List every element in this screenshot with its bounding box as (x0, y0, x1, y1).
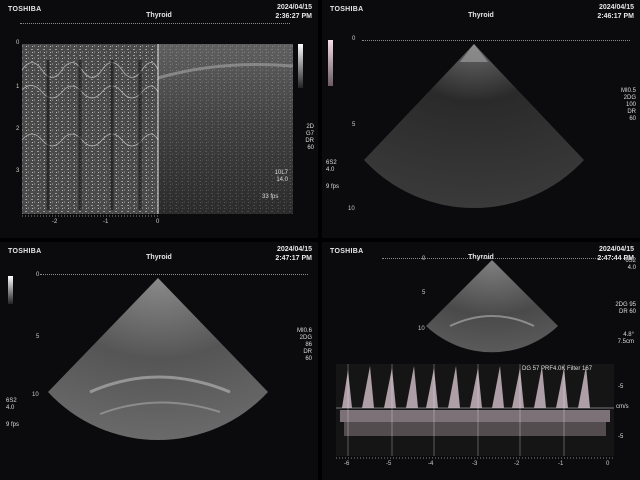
doppler-scale-top: -5 (618, 384, 624, 390)
doppler-scale-bottom: -5 (618, 434, 624, 440)
doppler-unit: cm/s (616, 404, 629, 410)
frame-rate: 33 fps (262, 194, 279, 200)
sector-image (48, 278, 268, 441)
angle-value: 4.8° (623, 332, 634, 338)
time-label-2: -4 (428, 461, 434, 467)
param-dr-value: 60 (629, 116, 636, 122)
probe-freq: 14.0 (276, 177, 288, 183)
param-2dg: 2DG 95 (615, 302, 636, 308)
probe-freq: 4.0 (326, 167, 335, 173)
time-label-5: -1 (558, 461, 564, 467)
doppler-header: DG 57 PRF4.0K Filter 167 (522, 366, 593, 372)
param-2dg-value: 86 (305, 342, 312, 348)
probe-block: 10L7 14.0 (262, 170, 288, 184)
depth-label-10: 10 (348, 206, 355, 212)
param-dr: DR (305, 138, 314, 144)
panel-sector-1: TOSHIBA Thyroid 2024/04/15 2:46:17 PM 0 … (322, 0, 640, 238)
grayscale-bar (328, 40, 333, 86)
grayscale-bar (298, 44, 303, 88)
m-mode-image (21, 44, 294, 217)
depth-label-5: 5 (352, 122, 356, 128)
time-label-0: -2 (52, 219, 58, 225)
probe-name: 6S2 (625, 258, 636, 264)
probe-block: 6S2 4.0 (326, 160, 337, 174)
depth-label-10: 10 (418, 326, 425, 332)
param-2dg-value: 100 (625, 102, 636, 108)
time-label-2: 0 (156, 219, 160, 225)
depth-label-0: 0 (36, 272, 40, 278)
param-block: MI0.5 2DG 100 DR 60 (612, 88, 636, 123)
depth-label-2: 2 (16, 126, 20, 132)
param-dr: DR 60 (618, 309, 636, 315)
time-label-6: 0 (606, 461, 610, 467)
panel-doppler: TOSHIBA Thyroid 2024/04/15 2:47:44 PM 0 … (322, 242, 640, 480)
panel-m-mode: TOSHIBA Thyroid 2024/04/15 2:36:27 PM 0 … (0, 0, 318, 238)
probe-name: 6S2 (6, 398, 17, 404)
param-gain: G7 (305, 131, 314, 137)
param-2dg: 2DG (623, 95, 636, 101)
param-dr: DR (303, 349, 312, 355)
param-mi: MI0.6 (296, 328, 312, 334)
probe-name: 10L7 (274, 170, 288, 176)
param-block: MI0.6 2DG 86 DR 60 (288, 328, 312, 363)
param-2d: 2D (306, 124, 314, 130)
param-block: 6S2 4.0 2DG 95 DR 60 (612, 258, 636, 316)
param-block: 2D G7 DR 60 (292, 124, 314, 152)
time-label-0: -6 (344, 461, 350, 467)
param-2dg: 2DG (299, 335, 312, 341)
probe-freq: 4.0 (627, 265, 636, 271)
time-label-1: -1 (103, 219, 109, 225)
depth-label-1: 1 (16, 84, 20, 90)
doppler-image (336, 260, 614, 459)
time-label-4: -2 (514, 461, 520, 467)
frame-rate: 9 fps (326, 184, 340, 190)
depth-label-0: 0 (16, 40, 20, 46)
grayscale-bar (8, 276, 13, 304)
depth-label-5: 5 (422, 290, 426, 296)
param-dr: DR (627, 109, 636, 115)
time-label-1: -5 (386, 461, 392, 467)
sector-image (364, 44, 584, 209)
angle-depth-block: 4.8° 7.5cm (594, 332, 634, 346)
depth-label-5: 5 (36, 334, 40, 340)
param-dr-value: 60 (307, 145, 314, 151)
depth-label-0: 0 (422, 256, 426, 262)
frame-rate: 9 fps (6, 422, 20, 428)
depth-label-3: 3 (16, 168, 20, 174)
time-label-3: -3 (472, 461, 478, 467)
probe-block: 6S2 4.0 (6, 398, 17, 412)
param-mi: MI0.5 (620, 88, 636, 94)
param-dr-value: 60 (305, 356, 312, 362)
probe-name: 6S2 (326, 160, 337, 166)
depth-label-10: 10 (32, 392, 39, 398)
depth-label-0: 0 (352, 36, 356, 42)
depth-value: 7.5cm (617, 339, 634, 345)
probe-freq: 4.0 (6, 405, 15, 411)
panel-sector-2: TOSHIBA Thyroid 2024/04/15 2:47:17 PM 0 … (0, 242, 318, 480)
